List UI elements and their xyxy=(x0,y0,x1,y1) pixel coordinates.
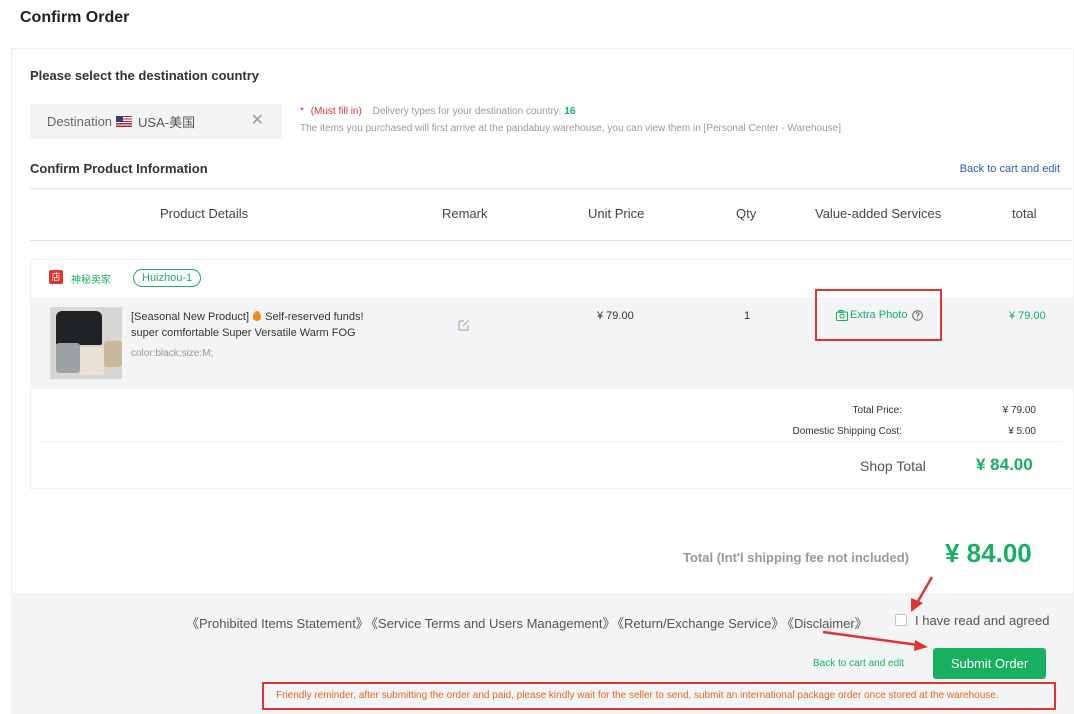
col-unit-price: Unit Price xyxy=(588,206,645,221)
shop-total-label: Shop Total xyxy=(860,458,926,474)
grand-total-value: ¥ 84.00 xyxy=(945,538,1032,568)
product-title-part2: Self-reserved funds! xyxy=(265,311,364,323)
friendly-reminder: Friendly reminder, after submitting the … xyxy=(262,682,1056,710)
back-to-cart-link[interactable]: Back to cart and edit xyxy=(960,163,1060,175)
shop-icon: 店 xyxy=(49,270,63,284)
agree-label[interactable]: I have read and agreed xyxy=(915,613,1049,628)
product-title[interactable]: [Seasonal New Product] Self-reserved fun… xyxy=(131,309,381,341)
disclaimer-link[interactable]: 《Disclaimer》 xyxy=(781,613,868,632)
product-attributes: color:black;size:M; xyxy=(131,348,214,359)
shipping-value: ¥ 5.00 xyxy=(1008,426,1036,437)
thumbnail-jacket-cream xyxy=(80,347,104,375)
thumbnail-jacket-tan xyxy=(104,341,122,367)
destination-value: USA-美国 xyxy=(138,115,196,130)
us-flag-icon xyxy=(116,116,133,127)
destination-select[interactable]: Destination USA-美国 ✕ xyxy=(30,104,282,139)
clear-destination-icon[interactable]: ✕ xyxy=(251,112,264,130)
delivery-types-count: 16 xyxy=(564,106,576,117)
destination-requirement: * (Must fill in) Delivery types for your… xyxy=(300,106,575,117)
shipping-label: Domestic Shipping Cost: xyxy=(792,426,903,437)
page-title: Confirm Order xyxy=(20,9,130,26)
service-terms-link[interactable]: 《Service Terms and Users Management》 xyxy=(365,613,615,632)
edit-remark-icon[interactable] xyxy=(458,319,470,331)
total-price-value: ¥ 79.00 xyxy=(1002,405,1036,416)
required-mark: * xyxy=(300,106,304,117)
product-info-title: Confirm Product Information xyxy=(30,161,208,176)
product-title-part1: [Seasonal New Product] xyxy=(131,311,250,323)
agree-checkbox[interactable] xyxy=(895,614,907,626)
col-remark: Remark xyxy=(442,206,488,221)
warehouse-tag: Huizhou-1 xyxy=(133,269,202,287)
unit-price: ¥ 79.00 xyxy=(597,310,634,322)
divider xyxy=(30,188,1072,189)
shop-total-value: ¥ 84.00 xyxy=(976,455,1033,474)
product-thumbnail[interactable] xyxy=(50,307,122,379)
divider xyxy=(40,441,1062,442)
product-title-line2: super comfortable Super Versatile Warm F… xyxy=(131,327,356,339)
item-qty: 1 xyxy=(744,310,751,322)
grand-total-label: Total (Int'l shipping fee not included) xyxy=(683,550,909,565)
divider xyxy=(30,240,1072,241)
thumbnail-jacket-black xyxy=(56,311,102,345)
total-price-label: Total Price: xyxy=(852,405,902,416)
destination-section-title: Please select the destination country xyxy=(30,68,260,83)
col-qty: Qty xyxy=(736,206,757,221)
return-exchange-link[interactable]: 《Return/Exchange Service》 xyxy=(611,613,784,632)
shop-name[interactable]: 神秘卖家 xyxy=(71,271,111,286)
warehouse-note: The items you purchased will first arriv… xyxy=(300,123,842,134)
fire-icon xyxy=(253,311,262,321)
highlight-extra-photo xyxy=(815,289,942,341)
delivery-types-text: Delivery types for your destination coun… xyxy=(372,106,562,117)
back-to-cart-link-bottom[interactable]: Back to cart and edit xyxy=(813,658,904,669)
col-product-details: Product Details xyxy=(160,206,249,221)
item-total: ¥ 79.00 xyxy=(1009,310,1046,322)
col-value-added-services: Value-added Services xyxy=(815,206,942,221)
col-total: total xyxy=(1012,206,1037,221)
prohibited-items-link[interactable]: 《Prohibited Items Statement》 xyxy=(186,613,369,632)
submit-order-button[interactable]: Submit Order xyxy=(933,648,1046,679)
thumbnail-jacket-grey xyxy=(56,343,80,373)
must-fill-text: (Must fill in) xyxy=(310,106,362,117)
destination-label: Destination xyxy=(47,114,113,129)
